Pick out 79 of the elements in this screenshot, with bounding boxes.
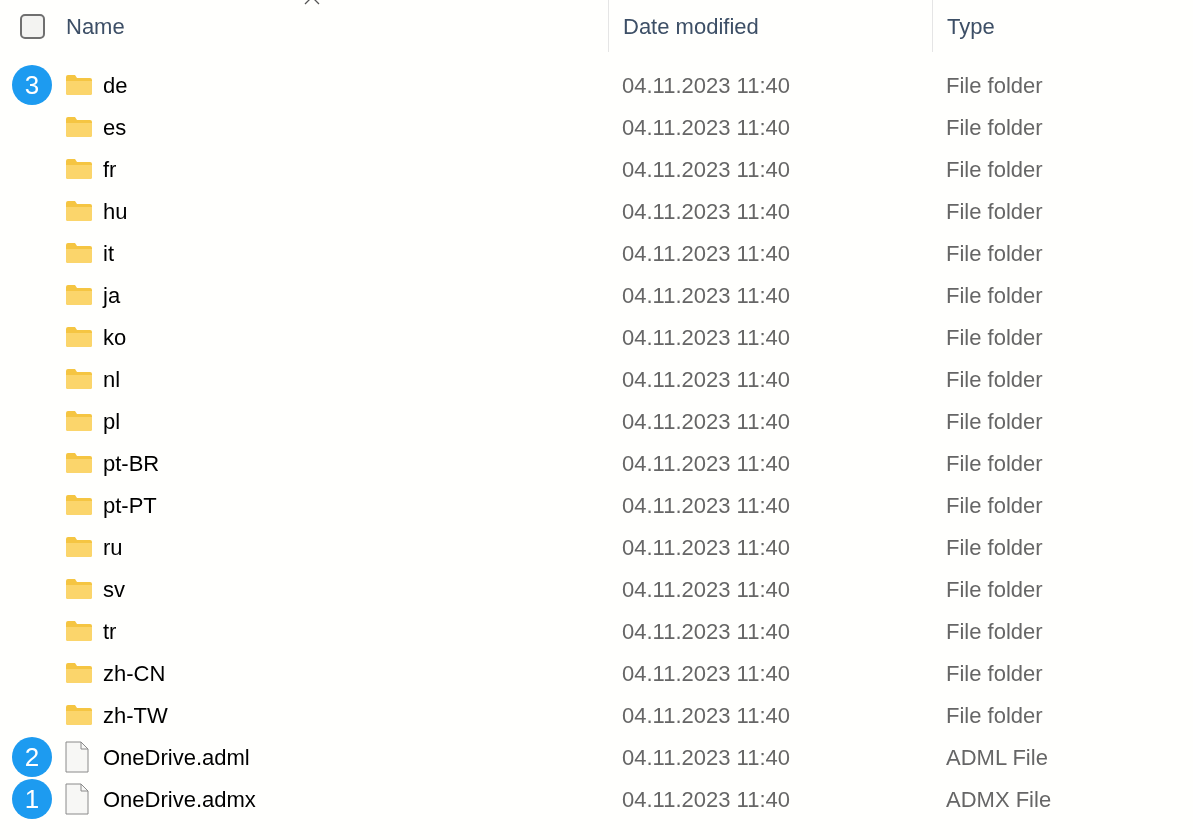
folder-icon bbox=[65, 368, 93, 390]
folder-icon bbox=[65, 158, 93, 180]
file-name[interactable]: pl bbox=[103, 404, 121, 438]
document-icon bbox=[65, 741, 89, 773]
date-cell: 04.11.2023 11:40 bbox=[622, 114, 790, 140]
type-cell: File folder bbox=[946, 324, 1043, 350]
type-cell: File folder bbox=[946, 156, 1043, 182]
folder-icon bbox=[65, 620, 93, 642]
date-cell: 04.11.2023 11:40 bbox=[622, 660, 790, 686]
file-name[interactable]: OneDrive.admx bbox=[103, 782, 256, 816]
folder-icon bbox=[65, 74, 93, 96]
file-name[interactable]: ja bbox=[103, 278, 121, 312]
type-cell: ADML File bbox=[946, 744, 1048, 770]
file-name[interactable]: pt-PT bbox=[103, 488, 157, 522]
file-name[interactable]: de bbox=[103, 68, 128, 102]
number-badge: 2 bbox=[12, 737, 52, 777]
file-name[interactable]: OneDrive.adml bbox=[103, 740, 250, 774]
date-cell: 04.11.2023 11:40 bbox=[622, 492, 790, 518]
number-badge: 3 bbox=[12, 65, 52, 105]
date-cell: 04.11.2023 11:40 bbox=[622, 576, 790, 602]
file-name[interactable]: it bbox=[103, 236, 114, 270]
file-name[interactable]: fr bbox=[103, 152, 117, 186]
folder-icon bbox=[65, 536, 93, 558]
number-badge: 1 bbox=[12, 779, 52, 819]
date-cell: 04.11.2023 11:40 bbox=[622, 156, 790, 182]
file-name[interactable]: nl bbox=[103, 362, 121, 396]
type-cell: File folder bbox=[946, 114, 1043, 140]
file-name[interactable]: tr bbox=[103, 614, 117, 648]
column-header[interactable]: Name bbox=[66, 9, 125, 43]
file-name[interactable]: sv bbox=[103, 572, 125, 606]
type-cell: File folder bbox=[946, 660, 1043, 686]
type-cell: File folder bbox=[946, 366, 1043, 392]
date-cell: 04.11.2023 11:40 bbox=[622, 450, 790, 476]
folder-icon bbox=[65, 662, 93, 684]
folder-icon bbox=[65, 200, 93, 222]
type-cell: File folder bbox=[946, 702, 1043, 728]
column-header[interactable]: Date modified bbox=[623, 9, 759, 43]
date-cell: 04.11.2023 11:40 bbox=[622, 72, 790, 98]
type-cell: File folder bbox=[946, 618, 1043, 644]
file-name[interactable]: zh-TW bbox=[103, 698, 168, 732]
column-header[interactable]: Type bbox=[947, 9, 995, 43]
folder-icon bbox=[65, 116, 93, 138]
type-cell: File folder bbox=[946, 240, 1043, 266]
date-cell: 04.11.2023 11:40 bbox=[622, 240, 790, 266]
date-cell: 04.11.2023 11:40 bbox=[622, 534, 790, 560]
file-name[interactable]: zh-CN bbox=[103, 656, 166, 690]
date-cell: 04.11.2023 11:40 bbox=[622, 786, 790, 812]
folder-icon bbox=[65, 242, 93, 264]
type-cell: File folder bbox=[946, 282, 1043, 308]
type-cell: ADMX File bbox=[946, 786, 1052, 812]
folder-icon bbox=[65, 578, 93, 600]
folder-icon bbox=[65, 494, 93, 516]
file-name[interactable]: ru bbox=[103, 530, 123, 564]
folder-icon bbox=[65, 452, 93, 474]
file-name[interactable]: es bbox=[103, 110, 127, 144]
folder-icon bbox=[65, 410, 93, 432]
file-name[interactable]: hu bbox=[103, 194, 128, 228]
date-cell: 04.11.2023 11:40 bbox=[622, 282, 790, 308]
date-cell: 04.11.2023 11:40 bbox=[622, 744, 790, 770]
type-cell: File folder bbox=[946, 198, 1043, 224]
type-cell: File folder bbox=[946, 72, 1043, 98]
document-icon bbox=[65, 783, 89, 815]
folder-icon bbox=[65, 704, 93, 726]
folder-icon bbox=[65, 326, 93, 348]
file-name[interactable]: pt-BR bbox=[103, 446, 160, 480]
file-name[interactable]: ko bbox=[103, 320, 127, 354]
date-cell: 04.11.2023 11:40 bbox=[622, 618, 790, 644]
date-cell: 04.11.2023 11:40 bbox=[622, 198, 790, 224]
type-cell: File folder bbox=[946, 492, 1043, 518]
type-cell: File folder bbox=[946, 408, 1043, 434]
select-all-checkbox[interactable] bbox=[20, 13, 45, 39]
date-cell: 04.11.2023 11:40 bbox=[622, 366, 790, 392]
date-cell: 04.11.2023 11:40 bbox=[622, 408, 790, 434]
type-cell: File folder bbox=[946, 534, 1043, 560]
folder-icon bbox=[65, 284, 93, 306]
date-cell: 04.11.2023 11:40 bbox=[622, 324, 790, 350]
type-cell: File folder bbox=[946, 450, 1043, 476]
type-cell: File folder bbox=[946, 576, 1043, 602]
date-cell: 04.11.2023 11:40 bbox=[622, 702, 790, 728]
